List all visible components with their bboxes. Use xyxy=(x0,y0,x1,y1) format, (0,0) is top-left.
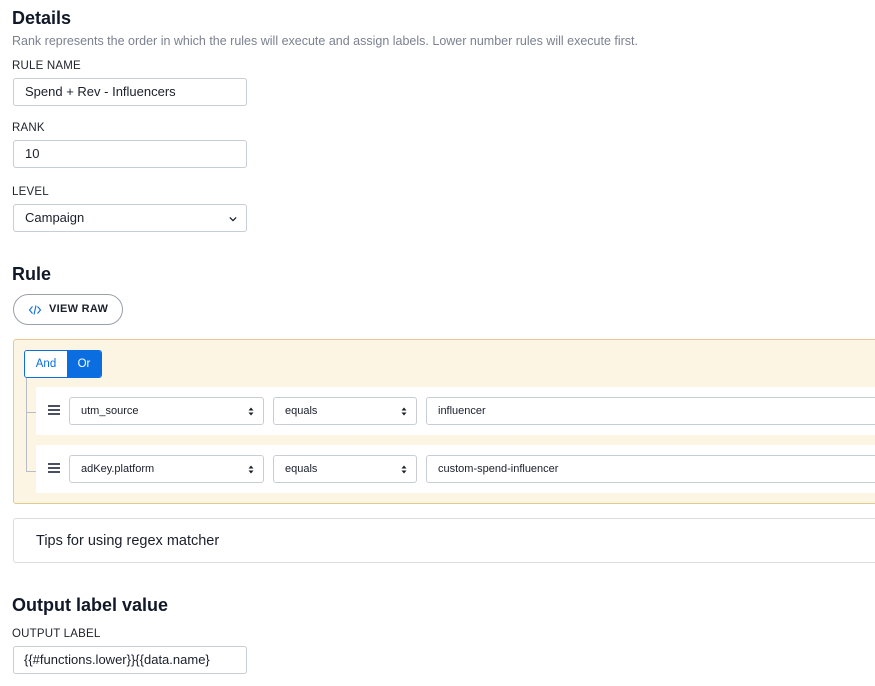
condition-operator-select[interactable]: equals xyxy=(273,455,417,483)
drag-handle-icon[interactable] xyxy=(48,405,60,415)
combinator-and-button[interactable]: And xyxy=(25,351,67,377)
tree-connector xyxy=(26,378,36,471)
rank-input[interactable]: 10 xyxy=(13,140,247,168)
rule-name-label: RULE NAME xyxy=(12,60,81,72)
details-description: Rank represents the order in which the r… xyxy=(12,34,638,48)
condition-field-select[interactable]: adKey.platform xyxy=(69,455,264,483)
rule-heading: Rule xyxy=(12,264,52,284)
rule-name-input[interactable]: Spend + Rev - Influencers xyxy=(13,78,247,106)
chevron-down-icon xyxy=(229,216,237,222)
condition-row: adKey.platform equals custom-spend-influ… xyxy=(36,445,875,493)
drag-handle-icon[interactable] xyxy=(48,463,60,473)
updown-arrows-icon xyxy=(401,465,407,474)
condition-field-select[interactable]: utm_source xyxy=(69,397,264,425)
regex-tips-label: Tips for using regex matcher xyxy=(36,533,220,549)
updown-arrows-icon xyxy=(401,407,407,416)
output-label-input[interactable]: {{#functions.lower}}{{data.name} xyxy=(13,646,247,674)
updown-arrows-icon xyxy=(248,465,254,474)
view-raw-label: VIEW RAW xyxy=(49,303,109,315)
condition-row: utm_source equals influencer xyxy=(36,387,875,435)
condition-value-input[interactable]: custom-spend-influencer xyxy=(426,455,875,483)
condition-operator-value: equals xyxy=(285,463,318,475)
combinator-or-button[interactable]: Or xyxy=(67,351,101,377)
condition-operator-value: equals xyxy=(285,405,318,417)
level-select-value: Campaign xyxy=(25,210,85,225)
condition-value-input[interactable]: influencer xyxy=(426,397,875,425)
details-heading: Details xyxy=(12,8,72,28)
output-heading: Output label value xyxy=(12,595,169,615)
rule-group: And Or utm_source equals influencer adKe… xyxy=(13,339,875,504)
regex-tips-panel[interactable]: Tips for using regex matcher xyxy=(13,518,875,563)
condition-field-value: utm_source xyxy=(81,405,139,417)
view-raw-button[interactable]: VIEW RAW xyxy=(13,294,123,325)
level-select[interactable]: Campaign xyxy=(13,204,247,232)
output-label-label: OUTPUT LABEL xyxy=(12,628,101,640)
updown-arrows-icon xyxy=(248,407,254,416)
condition-field-value: adKey.platform xyxy=(81,463,155,475)
combinator-toggle: And Or xyxy=(24,350,102,378)
rank-label: RANK xyxy=(12,122,45,134)
level-label: LEVEL xyxy=(12,186,49,198)
code-icon xyxy=(28,305,42,315)
condition-operator-select[interactable]: equals xyxy=(273,397,417,425)
